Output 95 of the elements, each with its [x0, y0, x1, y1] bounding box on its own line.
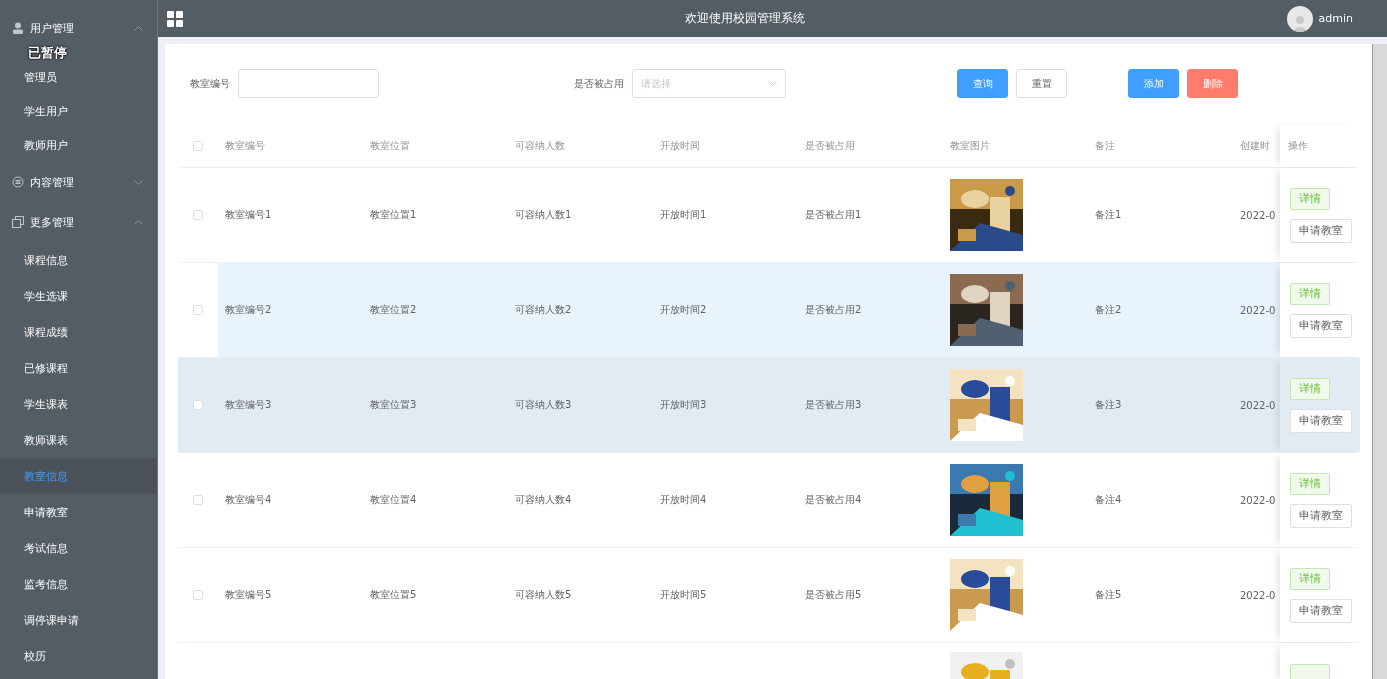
field-label: 教室编号	[190, 76, 230, 91]
menu-group[interactable]: 内容管理	[0, 162, 157, 202]
table-cell: 教室位置5	[370, 589, 417, 600]
chevron-down-icon	[134, 179, 143, 185]
chevron-down-icon	[768, 81, 777, 86]
menu-item[interactable]: 校历	[0, 638, 157, 674]
table-cell: 是否被占用5	[805, 589, 862, 600]
menu-item[interactable]: 学生课表	[0, 386, 157, 422]
menu-group[interactable]: 更多管理	[0, 202, 157, 242]
table-row[interactable]: 教室编号3 教室位置3 可容纳人数3 开放时间3 是否被占用3 备注3 2022-0 详情 申请教室	[178, 358, 1357, 453]
apply-button[interactable]: 申请教室	[1290, 218, 1352, 243]
table-cell: 可容纳人数4	[515, 494, 572, 505]
menu-item[interactable]: 学生选课	[0, 278, 157, 314]
table-cell: 2022-0	[1240, 399, 1276, 411]
menu-item[interactable]: 课程信息	[0, 242, 157, 278]
chat-icon	[12, 176, 24, 188]
column-header: 开放时间	[659, 139, 701, 153]
menu-item[interactable]: 管理员	[0, 60, 157, 94]
table-cell: 是否被占用2	[805, 304, 862, 315]
table-cell: 可容纳人数2	[515, 304, 572, 315]
table-cell: 开放时间5	[660, 589, 707, 600]
table-cell: 教室位置2	[370, 304, 417, 315]
table-cell: 开放时间4	[660, 494, 707, 505]
column-header: 操作	[1280, 125, 1360, 167]
table-cell: 教室位置4	[370, 494, 417, 505]
table-cell: 2022-0	[1240, 494, 1276, 506]
table-cell: 开放时间3	[660, 399, 707, 410]
table-cell: 备注1	[1095, 209, 1122, 220]
table-cell: 教室编号1	[225, 209, 272, 220]
menu-item[interactable]: 教师用户	[0, 128, 157, 162]
table-cell: 开放时间2	[660, 304, 707, 315]
table-cell: 备注5	[1095, 589, 1122, 600]
table-cell: 教室编号4	[225, 494, 272, 505]
table-cell: 开放时间1	[660, 209, 707, 220]
column-header: 教室编号	[224, 139, 266, 153]
apply-button[interactable]: 申请教室	[1290, 503, 1352, 528]
table-cell: 教室编号3	[225, 399, 272, 410]
apply-button[interactable]: 申请教室	[1290, 408, 1352, 433]
table-cell: 教室位置3	[370, 399, 417, 410]
checkbox[interactable]	[193, 141, 203, 151]
column-header: 是否被占用	[804, 139, 856, 153]
table-cell: 2022-0	[1240, 304, 1276, 316]
menu-item[interactable]: 课程成绩	[0, 314, 157, 350]
table-cell: 可容纳人数3	[515, 399, 572, 410]
menu-group[interactable]: 用户管理	[0, 10, 157, 46]
menu-item[interactable]: 考试信息	[0, 530, 157, 566]
checkbox[interactable]	[193, 590, 203, 600]
table-row[interactable]: 教室编号4 教室位置4 可容纳人数4 开放时间4 是否被占用4 备注4 2022-0 详情 申请教室	[178, 453, 1357, 548]
menu-item[interactable]: 学生用户	[0, 94, 157, 128]
action-button[interactable]: 重置	[1016, 69, 1067, 98]
column-header: 备注	[1094, 139, 1116, 153]
menu-item[interactable]: 申请教室	[0, 494, 157, 530]
table-cell: 教室位置1	[370, 209, 417, 220]
menu-item[interactable]: 调停课申请	[0, 602, 157, 638]
apply-button[interactable]: 申请教室	[1290, 598, 1352, 623]
table-row[interactable]: 教室编号1 教室位置1 可容纳人数1 开放时间1 是否被占用1 备注1 2022-0 详情 申请教室	[178, 168, 1357, 263]
table-cell: 备注3	[1095, 399, 1122, 410]
checkbox[interactable]	[193, 400, 203, 410]
grid-icon[interactable]	[167, 10, 183, 27]
table-cell: 教室编号2	[225, 304, 272, 315]
user-name[interactable]: admin	[1318, 12, 1353, 25]
menu-item[interactable]: 已修课程	[0, 350, 157, 386]
table-cell: 是否被占用1	[805, 209, 862, 220]
field-label: 是否被占用	[574, 76, 624, 91]
paused-label: 已暂停	[28, 45, 67, 60]
detail-button[interactable]	[1290, 664, 1330, 679]
table-cell: 是否被占用3	[805, 399, 862, 410]
checkbox[interactable]	[193, 305, 203, 315]
table-row[interactable]: 教室编号2 教室位置2 可容纳人数2 开放时间2 是否被占用2 备注2 2022-0 详情 申请教室	[178, 263, 1357, 358]
column-header: 创建时	[1239, 139, 1271, 153]
user-icon	[12, 22, 24, 34]
table-cell: 教室编号5	[225, 589, 272, 600]
menu-item[interactable]: 监考信息	[0, 566, 157, 602]
menu-item[interactable]: 教师课表	[0, 422, 157, 458]
table-cell: 可容纳人数5	[515, 589, 572, 600]
table-cell: 备注2	[1095, 304, 1122, 315]
column-header: 可容纳人数	[514, 139, 566, 153]
table-cell: 可容纳人数1	[515, 209, 572, 220]
table-cell: 2022-0	[1240, 209, 1276, 221]
chevron-up-icon	[134, 25, 143, 31]
column-header: 教室图片	[949, 139, 991, 153]
apply-button[interactable]: 申请教室	[1290, 313, 1352, 338]
scrollbar[interactable]	[1372, 44, 1387, 679]
copy-icon	[12, 216, 24, 228]
checkbox[interactable]	[193, 495, 203, 505]
input-field[interactable]	[238, 69, 379, 98]
app-title: 欢迎使用校园管理系统	[683, 10, 806, 27]
avatar-icon[interactable]	[1286, 5, 1313, 32]
checkbox[interactable]	[193, 210, 203, 220]
table-cell: 备注4	[1095, 494, 1122, 505]
table-cell: 是否被占用4	[805, 494, 862, 505]
table-row[interactable]: 教室编号5 教室位置5 可容纳人数5 开放时间5 是否被占用5 备注5 2022-0 详情 申请教室	[178, 548, 1357, 643]
chevron-up-icon	[134, 219, 143, 225]
column-header: 教室位置	[369, 139, 411, 153]
table-cell: 2022-0	[1240, 589, 1276, 601]
